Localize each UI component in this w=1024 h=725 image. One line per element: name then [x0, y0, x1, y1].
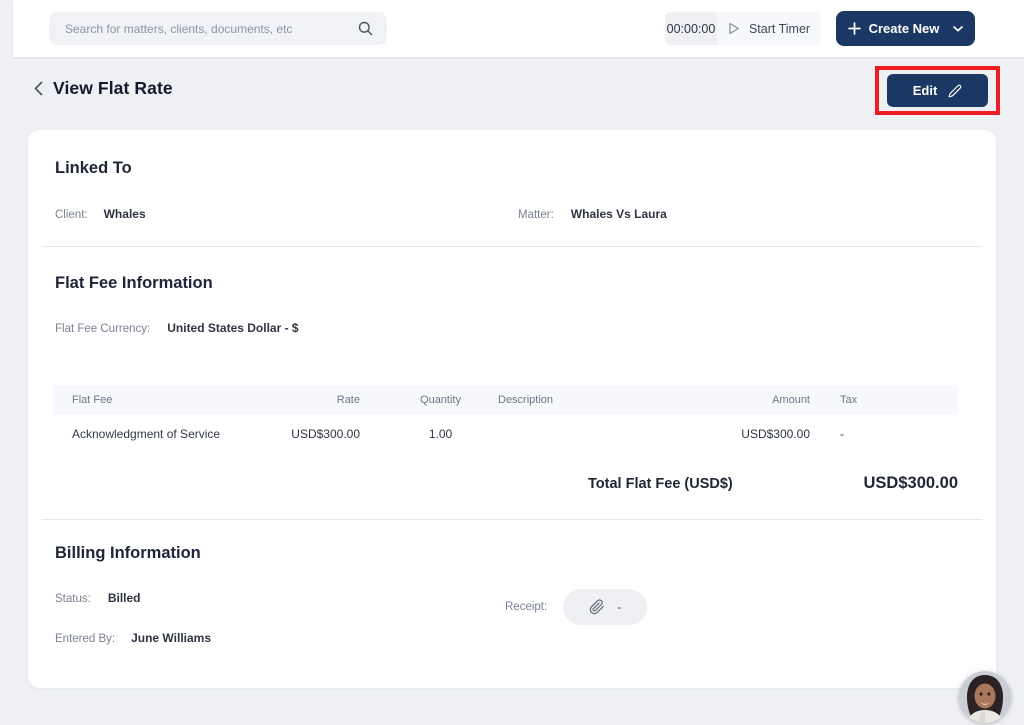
create-new-label: Create New — [869, 21, 940, 36]
col-header-quantity: Quantity — [383, 394, 498, 406]
col-header-amount: Amount — [695, 394, 810, 406]
table-row: Acknowledgment of Service USD$300.00 1.0… — [53, 415, 958, 453]
section-divider — [42, 246, 982, 247]
flat-fee-info-heading: Flat Fee Information — [55, 274, 213, 293]
table-header-row: Flat Fee Rate Quantity Description Amoun… — [53, 385, 958, 415]
matter-value: Whales Vs Laura — [571, 207, 667, 221]
edit-button[interactable]: Edit — [887, 74, 988, 107]
pencil-icon — [948, 84, 962, 98]
currency-field: Flat Fee Currency: United States Dollar … — [55, 321, 299, 335]
matter-label: Matter: — [518, 209, 554, 221]
start-timer-button[interactable]: Start Timer — [717, 12, 821, 45]
matter-field: Matter: Whales Vs Laura — [518, 207, 667, 221]
create-new-button[interactable]: Create New — [836, 11, 975, 46]
total-label: Total Flat Fee (USD$) — [588, 476, 733, 492]
cell-amount: USD$300.00 — [695, 427, 810, 441]
status-value: Billed — [108, 591, 141, 605]
total-value: USD$300.00 — [864, 474, 958, 493]
cell-rate: USD$300.00 — [283, 427, 383, 441]
currency-value: United States Dollar - $ — [167, 321, 298, 335]
client-value: Whales — [104, 207, 146, 221]
col-header-tax: Tax — [810, 394, 958, 406]
search-input[interactable] — [65, 22, 350, 36]
col-header-description: Description — [498, 394, 695, 406]
edit-button-label: Edit — [913, 83, 938, 98]
section-divider — [42, 519, 982, 520]
plus-icon — [848, 22, 861, 35]
col-header-flat-fee: Flat Fee — [53, 394, 283, 406]
client-label: Client: — [55, 209, 88, 221]
search-icon[interactable] — [358, 21, 373, 36]
chevron-down-icon — [953, 26, 963, 32]
receipt-value: - — [617, 600, 621, 614]
back-button[interactable] — [30, 80, 46, 96]
flat-fee-table: Flat Fee Rate Quantity Description Amoun… — [53, 385, 958, 453]
page-title: View Flat Rate — [53, 78, 173, 99]
entered-by-field: Entered By: June Williams — [55, 631, 211, 645]
currency-label: Flat Fee Currency: — [55, 323, 150, 335]
paperclip-icon — [589, 599, 605, 615]
annotation-highlight-box: Edit — [875, 66, 1000, 115]
cell-flat-fee: Acknowledgment of Service — [53, 427, 283, 441]
chevron-left-icon — [34, 81, 43, 96]
timer-display: 00:00:00 — [665, 12, 717, 45]
play-icon — [728, 22, 740, 35]
search-box[interactable] — [49, 12, 387, 45]
screen: 00:00:00 Start Timer Create New View Fla… — [0, 0, 1024, 725]
billing-info-heading: Billing Information — [55, 544, 201, 563]
status-label: Status: — [55, 593, 91, 605]
start-timer-label: Start Timer — [749, 22, 810, 36]
total-row: Total Flat Fee (USD$) USD$300.00 — [588, 474, 958, 493]
status-field: Status: Billed — [55, 591, 140, 605]
receipt-attachment-pill[interactable]: - — [563, 589, 647, 625]
page-head: View Flat Rate Edit — [0, 66, 1024, 116]
linked-to-heading: Linked To — [55, 159, 132, 178]
col-header-rate: Rate — [283, 394, 383, 406]
receipt-field: Receipt: - — [505, 589, 647, 625]
receipt-label: Receipt: — [505, 601, 547, 613]
client-field: Client: Whales — [55, 207, 146, 221]
cell-tax: - — [810, 427, 958, 441]
flat-rate-card: Linked To Client: Whales Matter: Whales … — [28, 130, 996, 688]
cell-quantity: 1.00 — [383, 427, 498, 441]
entered-by-value: June Williams — [131, 631, 211, 645]
avatar[interactable] — [959, 671, 1011, 723]
entered-by-label: Entered By: — [55, 633, 115, 645]
top-bar: 00:00:00 Start Timer Create New — [13, 0, 1024, 57]
